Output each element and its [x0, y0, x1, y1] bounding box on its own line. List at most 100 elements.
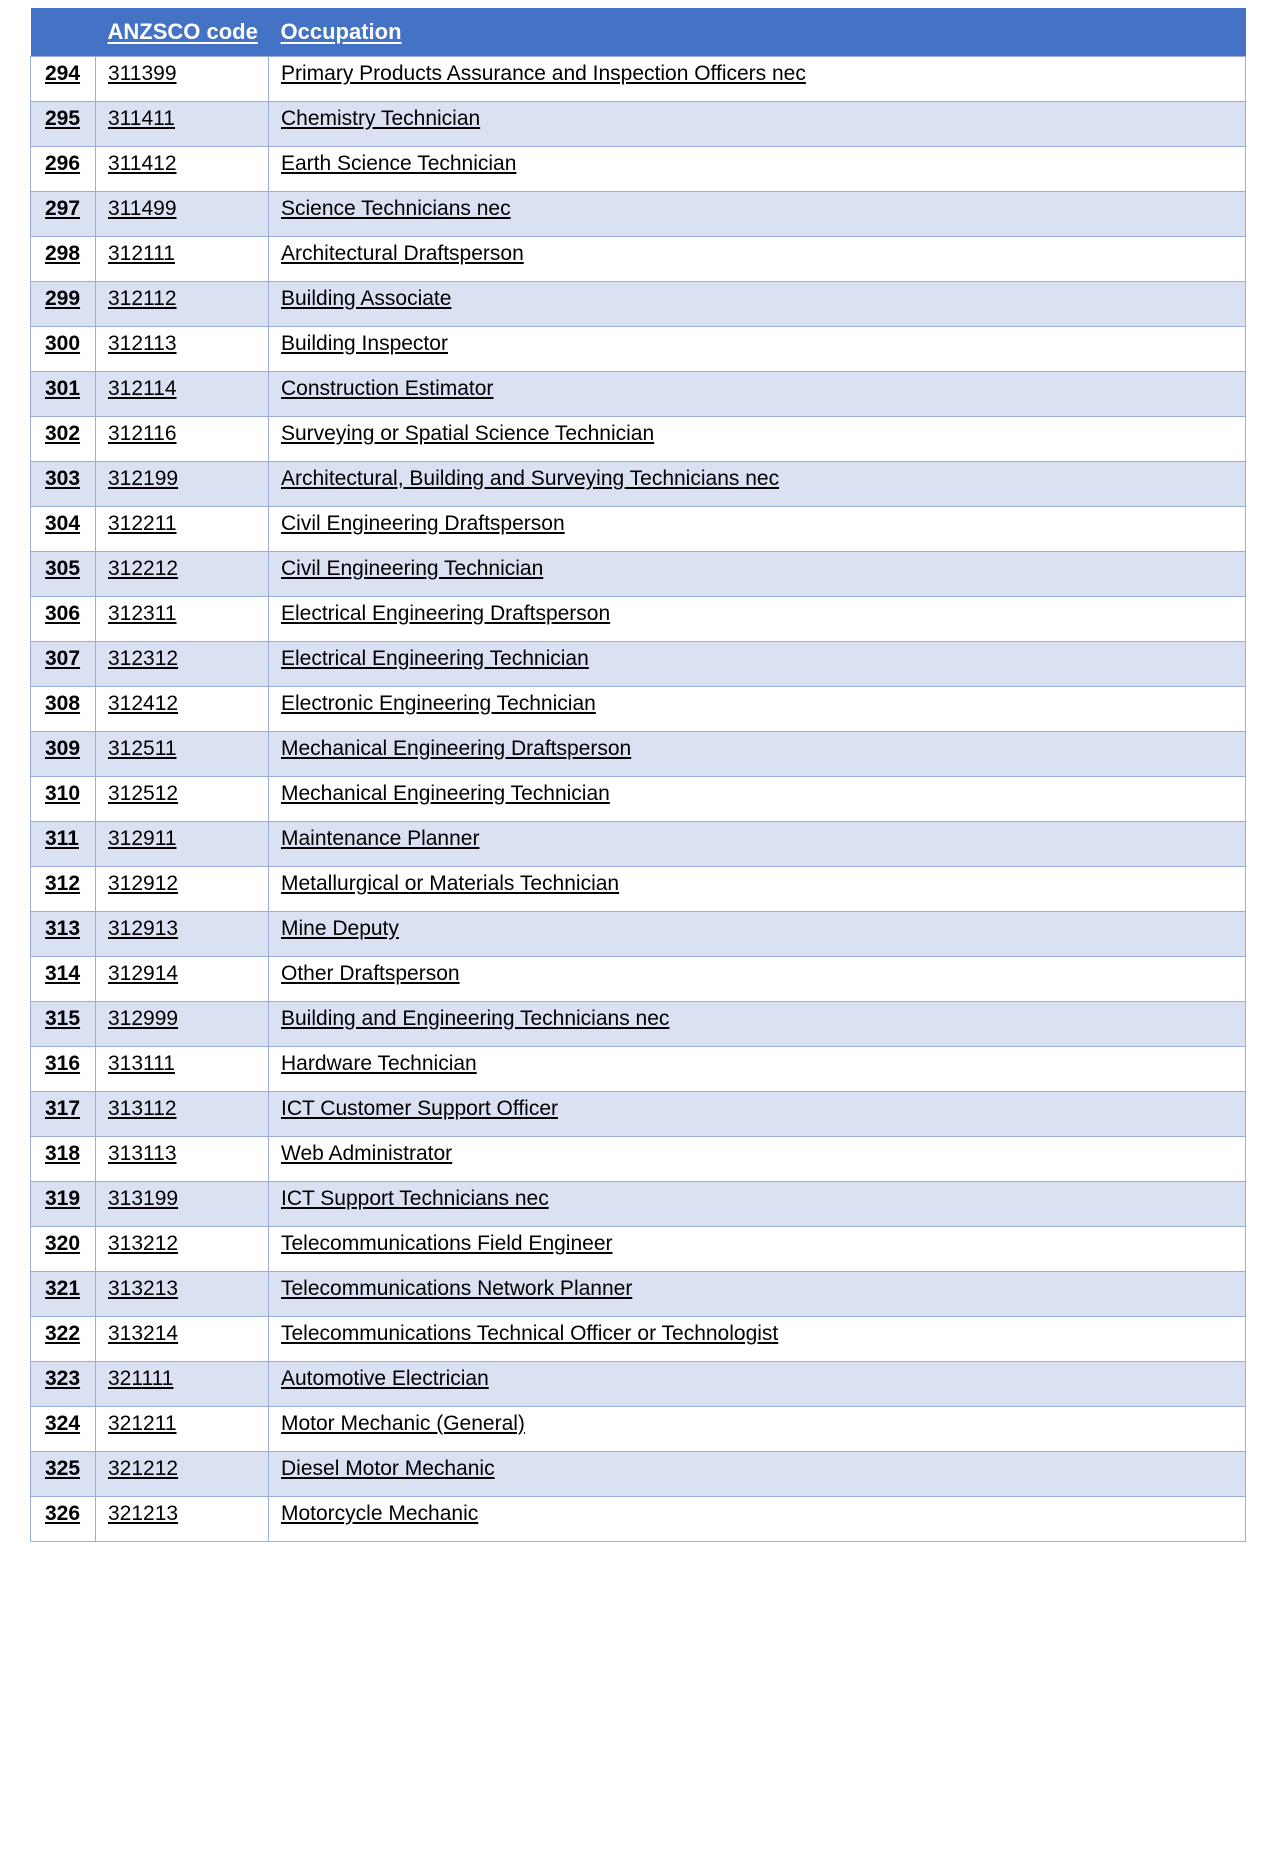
row-index-cell: 321 — [30, 1271, 96, 1317]
row-index-label: 310 — [45, 781, 81, 805]
row-index-cell: 323 — [30, 1361, 96, 1407]
table-row: 313 312913 Mine Deputy — [30, 911, 1246, 957]
anzsco-code-label: 313212 — [108, 1231, 179, 1255]
row-index-cell: 302 — [30, 416, 96, 462]
anzsco-code-cell: 312914 — [95, 956, 269, 1002]
occupation-cell: Architectural Draftsperson — [268, 236, 1246, 282]
anzsco-code-label: 312912 — [108, 871, 179, 895]
occupation-label: Electrical Engineering Technician — [281, 646, 589, 670]
row-index-cell: 325 — [30, 1451, 96, 1497]
column-header-index — [30, 8, 96, 56]
occupation-cell: Electronic Engineering Technician — [268, 686, 1246, 732]
anzsco-code-label: 312911 — [108, 826, 177, 850]
occupation-label: Chemistry Technician — [281, 106, 481, 130]
anzsco-code-cell: 312911 — [95, 821, 269, 867]
table-row: 315 312999 Building and Engineering Techni… — [30, 1001, 1246, 1047]
anzsco-code-cell: 313112 — [95, 1091, 269, 1137]
anzsco-code-label: 313112 — [108, 1096, 177, 1120]
row-index-label: 299 — [45, 286, 81, 310]
occupation-label: Motor Mechanic (General) — [281, 1411, 525, 1435]
anzsco-code-cell: 311399 — [95, 55, 269, 102]
anzsco-code-label: 313214 — [108, 1321, 179, 1345]
occupation-cell: Mine Deputy — [268, 911, 1246, 957]
anzsco-code-cell: 312116 — [95, 416, 269, 462]
occupation-cell: Mechanical Engineering Draftsperson — [268, 731, 1246, 777]
table-row: 312 312912 Metallurgical or Materials Tech… — [30, 866, 1246, 912]
anzsco-code-label: 313213 — [108, 1276, 179, 1300]
anzsco-code-label: 313111 — [108, 1051, 175, 1075]
occupation-label: Electronic Engineering Technician — [281, 691, 596, 715]
table-row: 300 312113 Building Inspector — [30, 326, 1246, 372]
row-index-label: 295 — [45, 106, 81, 130]
row-index-label: 321 — [45, 1276, 81, 1300]
table-body: 294 311399 Primary Products Assurance and … — [30, 55, 1246, 1542]
row-index-label: 306 — [45, 601, 81, 625]
occupation-label: Building Associate — [281, 286, 452, 310]
row-index-cell: 307 — [30, 641, 96, 687]
anzsco-occupation-table: ANZSCO code Occupation 294 311399 Primary … — [30, 8, 1246, 1542]
row-index-label: 317 — [45, 1096, 81, 1120]
row-index-label: 320 — [45, 1231, 81, 1255]
row-index-cell: 309 — [30, 731, 96, 777]
row-index-label: 300 — [45, 331, 81, 355]
anzsco-code-cell: 312199 — [95, 461, 269, 507]
occupation-cell: Motorcycle Mechanic — [268, 1496, 1246, 1542]
anzsco-code-label: 312112 — [108, 286, 177, 310]
row-index-cell: 305 — [30, 551, 96, 597]
row-index-cell: 298 — [30, 236, 96, 282]
column-header-anzsco-code: ANZSCO code — [95, 8, 269, 56]
row-index-label: 304 — [45, 511, 81, 535]
occupation-cell: Diesel Motor Mechanic — [268, 1451, 1246, 1497]
occupation-label: Diesel Motor Mechanic — [281, 1456, 495, 1480]
row-index-label: 318 — [45, 1141, 81, 1165]
anzsco-code-cell: 321111 — [95, 1361, 269, 1407]
occupation-label: Motorcycle Mechanic — [281, 1501, 479, 1525]
table-row: 297 311499 Science Technicians nec — [30, 191, 1246, 237]
anzsco-code-label: 312199 — [108, 466, 179, 490]
occupation-cell: ICT Support Technicians nec — [268, 1181, 1246, 1227]
anzsco-code-label: 312511 — [108, 736, 177, 760]
occupation-cell: Hardware Technician — [268, 1046, 1246, 1092]
row-index-label: 324 — [45, 1411, 81, 1435]
document-page: ANZSCO code Occupation 294 311399 Primary … — [0, 0, 1270, 1849]
occupation-label: Building Inspector — [281, 331, 448, 355]
row-index-cell: 294 — [30, 55, 96, 102]
occupation-label: ICT Customer Support Officer — [281, 1096, 558, 1120]
table-row: 301 312114 Construction Estimator — [30, 371, 1246, 417]
row-index-label: 325 — [45, 1456, 81, 1480]
anzsco-code-label: 312914 — [108, 961, 179, 985]
table-row: 311 312911 Maintenance Planner — [30, 821, 1246, 867]
occupation-label: Telecommunications Technical Officer or … — [281, 1321, 779, 1345]
row-index-label: 309 — [45, 736, 81, 760]
row-index-label: 311 — [45, 826, 79, 850]
occupation-cell: Building and Engineering Technicians nec — [268, 1001, 1246, 1047]
anzsco-code-label: 312412 — [108, 691, 179, 715]
table-header: ANZSCO code Occupation — [30, 8, 1246, 56]
row-index-label: 322 — [45, 1321, 81, 1345]
row-index-label: 298 — [45, 241, 81, 265]
row-index-label: 297 — [45, 196, 81, 220]
anzsco-code-label: 321111 — [108, 1366, 174, 1390]
table-row: 306 312311 Electrical Engineering Draftspe… — [30, 596, 1246, 642]
occupation-label: Construction Estimator — [281, 376, 494, 400]
table-row: 294 311399 Primary Products Assurance and … — [30, 55, 1246, 102]
row-index-cell: 308 — [30, 686, 96, 732]
row-index-cell: 315 — [30, 1001, 96, 1047]
table-header-row: ANZSCO code Occupation — [30, 8, 1246, 56]
row-index-cell: 322 — [30, 1316, 96, 1362]
occupation-label: Telecommunications Network Planner — [281, 1276, 633, 1300]
row-index-label: 296 — [45, 151, 81, 175]
occupation-label: Automotive Electrician — [281, 1366, 489, 1390]
occupation-cell: Telecommunications Technical Officer or … — [268, 1316, 1246, 1362]
row-index-label: 315 — [45, 1006, 81, 1030]
occupation-label: Maintenance Planner — [281, 826, 480, 850]
anzsco-code-label: 321212 — [108, 1456, 179, 1480]
anzsco-code-cell: 313212 — [95, 1226, 269, 1272]
occupation-label: Mine Deputy — [281, 916, 399, 940]
occupation-label: Telecommunications Field Engineer — [281, 1231, 613, 1255]
anzsco-code-cell: 313214 — [95, 1316, 269, 1362]
anzsco-code-label: 311399 — [108, 61, 177, 85]
occupation-cell: Earth Science Technician — [268, 146, 1246, 192]
table-row: 317 313112 ICT Customer Support Officer — [30, 1091, 1246, 1137]
occupation-cell: Building Inspector — [268, 326, 1246, 372]
